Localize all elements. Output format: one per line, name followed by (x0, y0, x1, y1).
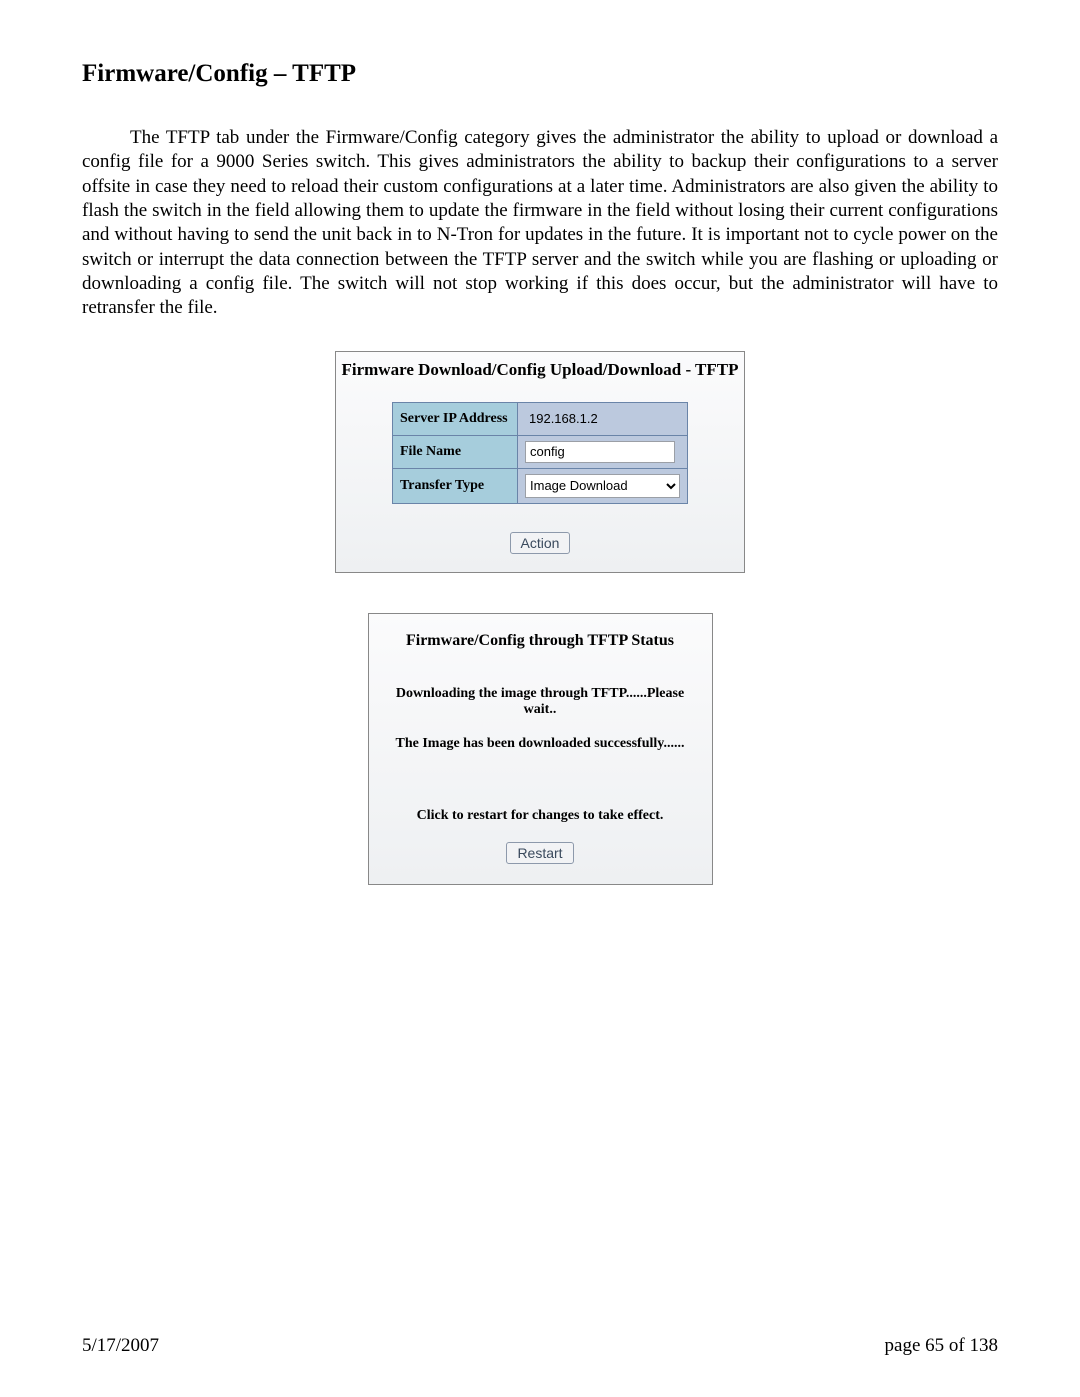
transfer-type-label: Transfer Type (393, 468, 518, 503)
restart-instruction: Click to restart for changes to take eff… (379, 808, 702, 824)
tftp-status-panel: Firmware/Config through TFTP Status Down… (368, 613, 713, 885)
panel1-title: Firmware Download/Config Upload/Download… (336, 356, 744, 390)
page-title: Firmware/Config – TFTP (82, 60, 998, 88)
file-name-label: File Name (393, 435, 518, 468)
page-footer: 5/17/2007 page 65 of 138 (82, 1335, 998, 1357)
server-ip-cell (518, 402, 688, 435)
panel2-title: Firmware/Config through TFTP Status (379, 632, 702, 650)
action-button[interactable]: Action (510, 532, 571, 554)
status-success: The Image has been downloaded successful… (379, 736, 702, 752)
server-ip-input[interactable] (525, 408, 675, 430)
intro-paragraph: The TFTP tab under the Firmware/Config c… (82, 126, 998, 321)
table-row: Transfer Type Image Download (393, 468, 688, 503)
restart-button[interactable]: Restart (506, 842, 573, 864)
server-ip-label: Server IP Address (393, 402, 518, 435)
table-row: Server IP Address (393, 402, 688, 435)
footer-page-number: page 65 of 138 (885, 1335, 998, 1357)
transfer-type-cell: Image Download (518, 468, 688, 503)
transfer-type-select[interactable]: Image Download (525, 474, 680, 498)
table-row: File Name (393, 435, 688, 468)
tftp-config-panel: Firmware Download/Config Upload/Download… (335, 351, 745, 573)
file-name-cell (518, 435, 688, 468)
action-button-row: Action (336, 532, 744, 554)
restart-button-row: Restart (379, 842, 702, 864)
footer-date: 5/17/2007 (82, 1335, 159, 1357)
tftp-form-table: Server IP Address File Name Transfer Typ… (392, 402, 688, 504)
file-name-input[interactable] (525, 441, 675, 463)
status-downloading: Downloading the image through TFTP......… (379, 686, 702, 718)
